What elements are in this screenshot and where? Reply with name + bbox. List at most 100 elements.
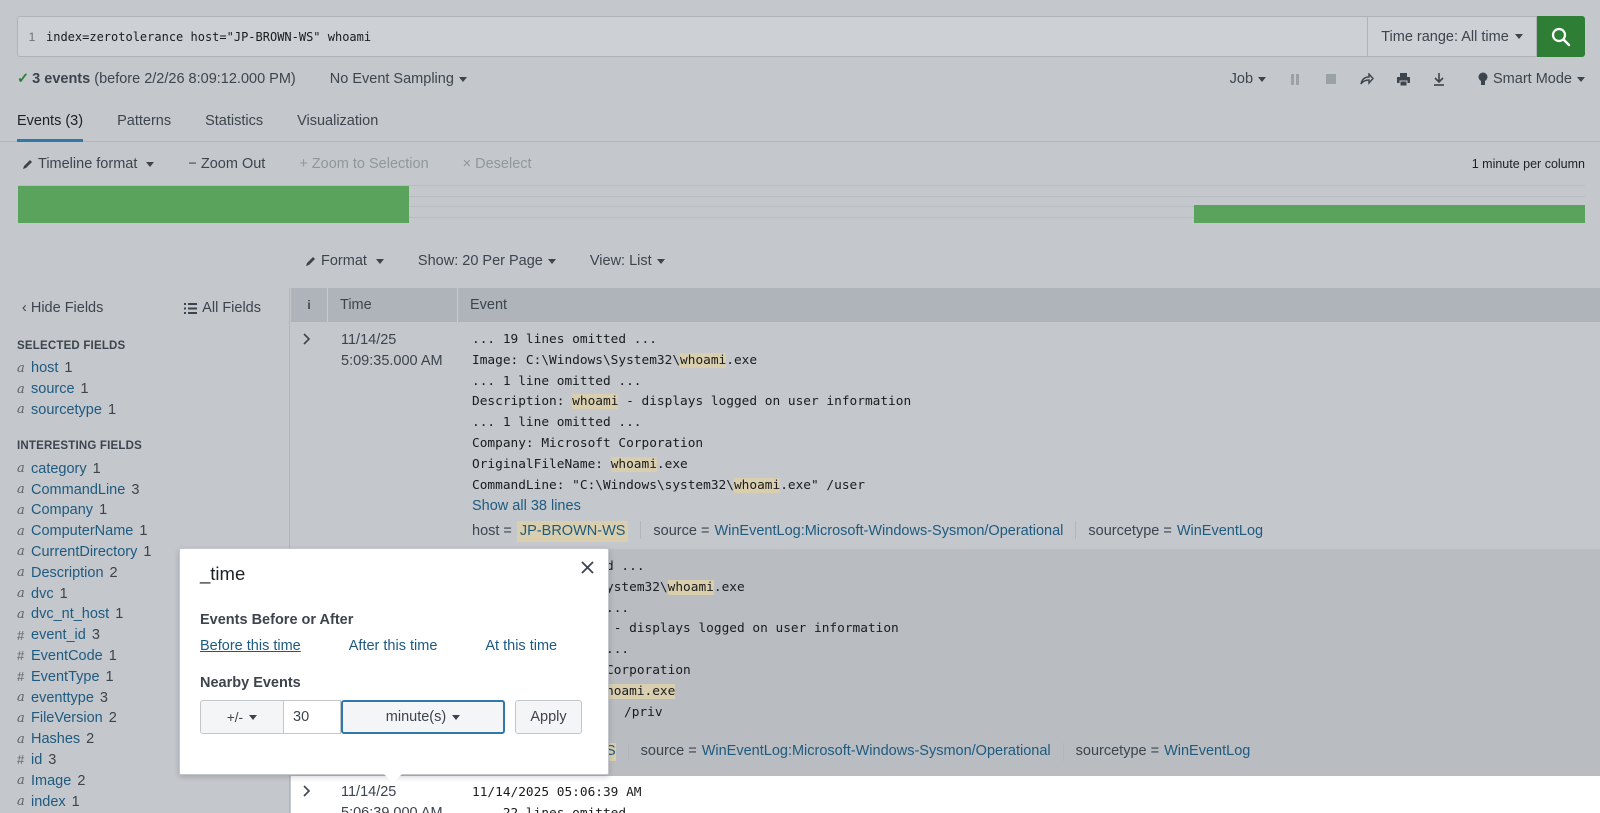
chevron-down-icon xyxy=(146,161,155,167)
event-count: 3 events xyxy=(32,71,91,87)
share-icon[interactable] xyxy=(1360,72,1374,86)
field-item[interactable]: a ComputerName 1 xyxy=(0,521,289,542)
search-highlight[interactable]: hoami.exe xyxy=(606,683,676,699)
before-after-links: Before this time After this time At this… xyxy=(200,638,557,654)
job-menu[interactable]: Job xyxy=(1230,71,1267,87)
info-column-header[interactable]: i xyxy=(291,288,328,322)
field-item[interactable]: a index 1 xyxy=(0,791,289,812)
field-item[interactable]: a category 1 xyxy=(0,458,289,479)
event-line: Image: C:\Windows\System32\whoami.exe xyxy=(472,352,758,368)
timeline-chart[interactable] xyxy=(18,185,1585,223)
event-line: Company: Microsoft Corporation xyxy=(472,435,704,451)
string-field-icon: a xyxy=(17,402,25,418)
field-name[interactable]: index xyxy=(31,794,66,810)
search-query[interactable]: index=zerotolerance host="JP-BROWN-WS" w… xyxy=(46,30,371,44)
field-name[interactable]: source xyxy=(31,381,75,397)
zoom-to-selection-button[interactable]: + Zoom to Selection xyxy=(299,156,428,172)
view-dropdown[interactable]: View: List xyxy=(590,253,665,269)
timeline-format-label: Timeline format xyxy=(38,156,138,172)
hide-fields-button[interactable]: ‹ Hide Fields xyxy=(22,300,103,316)
field-name[interactable]: eventtype xyxy=(31,690,94,706)
field-count: 3 xyxy=(91,627,100,644)
search-highlight[interactable]: whoami xyxy=(572,394,619,410)
host-value[interactable]: JP-BROWN-WS xyxy=(516,521,629,542)
event-count-status: ✓ 3 events (before 2/2/26 8:09:12.000 PM) xyxy=(17,71,296,87)
field-name[interactable]: category xyxy=(31,461,87,477)
search-highlight[interactable]: whoami xyxy=(667,579,714,595)
field-name[interactable]: Company xyxy=(31,502,93,518)
timeline-format-dropdown[interactable]: Timeline format xyxy=(22,156,155,172)
close-button[interactable] xyxy=(581,561,594,577)
after-this-time-link[interactable]: After this time xyxy=(349,638,438,654)
search-mode-dropdown[interactable]: Smart Mode xyxy=(1478,71,1585,87)
field-name[interactable]: EventType xyxy=(31,669,100,685)
zoom-out-button[interactable]: − Zoom Out xyxy=(188,156,265,172)
tab-patterns[interactable]: Patterns xyxy=(117,100,171,142)
field-name[interactable]: sourcetype xyxy=(31,402,102,418)
apply-button[interactable]: Apply xyxy=(515,700,582,734)
field-name[interactable]: host xyxy=(31,360,58,376)
field-name[interactable]: dvc xyxy=(31,586,54,602)
event-sampling-dropdown[interactable]: No Event Sampling xyxy=(330,71,467,87)
check-icon: ✓ xyxy=(17,71,30,87)
all-fields-button[interactable]: All Fields xyxy=(184,300,261,316)
sourcetype-value[interactable]: WinEventLog xyxy=(1164,743,1250,761)
nearby-amount-input[interactable]: 30 xyxy=(284,700,341,734)
search-input[interactable]: 1 index=zerotolerance host="JP-BROWN-WS"… xyxy=(17,16,1367,57)
per-page-dropdown[interactable]: Show: 20 Per Page xyxy=(418,253,556,269)
string-field-icon: a xyxy=(17,544,25,560)
time-column-header[interactable]: Time xyxy=(328,288,458,322)
field-name[interactable]: CurrentDirectory xyxy=(31,544,137,560)
event-clock: 5:06:39.000 AM xyxy=(341,805,443,813)
sourcetype-value[interactable]: WinEventLog xyxy=(1177,521,1263,542)
time-range-picker[interactable]: Time range: All time xyxy=(1367,16,1537,57)
format-dropdown[interactable]: Format xyxy=(305,253,384,269)
nearby-events-heading: Nearby Events xyxy=(200,675,301,691)
export-icon[interactable] xyxy=(1432,72,1446,86)
event-time[interactable]: 11/14/25 5:09:35.000 AM xyxy=(341,330,443,372)
search-highlight[interactable]: whoami xyxy=(733,477,781,493)
event-time[interactable]: 11/14/25 5:06:39.000 AM xyxy=(341,782,443,813)
before-this-time-link[interactable]: Before this time xyxy=(200,638,301,654)
field-name[interactable]: Hashes xyxy=(31,731,80,747)
field-item[interactable]: a host 1 xyxy=(0,358,289,379)
expand-event-button[interactable] xyxy=(303,332,311,348)
field-item[interactable]: a sourcetype 1 xyxy=(0,400,289,421)
field-name[interactable]: FileVersion xyxy=(31,710,103,726)
field-item[interactable]: a Company 1 xyxy=(0,500,289,521)
field-name[interactable]: event_id xyxy=(31,627,86,643)
search-button[interactable] xyxy=(1537,16,1585,57)
field-name[interactable]: Description xyxy=(31,565,104,581)
field-item[interactable]: a CommandLine 3 xyxy=(0,479,289,500)
field-name[interactable]: EventCode xyxy=(31,648,103,664)
timeline-bar[interactable] xyxy=(18,186,409,223)
event-column-header[interactable]: Event xyxy=(458,297,507,313)
print-icon[interactable] xyxy=(1396,72,1410,86)
search-highlight[interactable]: whoami xyxy=(610,456,657,472)
source-value[interactable]: WinEventLog:Microsoft-Windows-Sysmon/Ope… xyxy=(714,521,1063,542)
search-mode-label: Smart Mode xyxy=(1493,71,1572,87)
search-highlight[interactable]: whoami xyxy=(680,352,727,368)
plus-minus-dropdown[interactable]: +/- xyxy=(200,700,284,734)
at-this-time-link[interactable]: At this time xyxy=(485,638,557,654)
tab-events[interactable]: Events (3) xyxy=(17,100,84,142)
event-line: - displays logged on user information xyxy=(606,621,899,637)
field-name[interactable]: ComputerName xyxy=(31,523,133,539)
show-all-lines-link[interactable]: Show all 38 lines xyxy=(472,496,1263,517)
plus-icon: + xyxy=(299,156,308,172)
expand-event-button[interactable] xyxy=(303,784,311,800)
field-item[interactable]: a source 1 xyxy=(0,379,289,400)
tab-statistics[interactable]: Statistics xyxy=(205,100,263,142)
pause-icon[interactable] xyxy=(1288,72,1302,86)
timeline-bar[interactable] xyxy=(1194,205,1585,223)
deselect-button[interactable]: × Deselect xyxy=(463,156,532,172)
field-name[interactable]: id xyxy=(31,752,42,768)
field-name[interactable]: dvc_nt_host xyxy=(31,606,109,622)
field-name[interactable]: Image xyxy=(31,773,71,789)
stop-icon[interactable] xyxy=(1324,72,1338,86)
source-value[interactable]: WinEventLog:Microsoft-Windows-Sysmon/Ope… xyxy=(702,743,1051,761)
tab-visualization[interactable]: Visualization xyxy=(297,100,378,142)
field-name[interactable]: CommandLine xyxy=(31,482,125,498)
time-unit-dropdown[interactable]: minute(s) xyxy=(341,700,505,734)
pencil-icon xyxy=(306,256,315,266)
